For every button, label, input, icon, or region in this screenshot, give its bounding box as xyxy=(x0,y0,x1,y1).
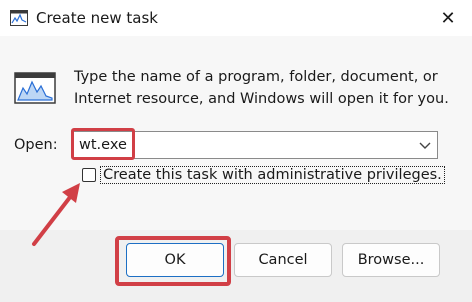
ok-button-highlight xyxy=(115,236,231,286)
close-icon: ✕ xyxy=(440,7,456,29)
program-window-icon xyxy=(14,72,56,104)
close-button[interactable]: ✕ xyxy=(434,4,462,32)
cancel-button[interactable]: Cancel xyxy=(234,243,332,277)
title-bar: Create new task ✕ xyxy=(0,0,472,36)
dialog-title: Create new task xyxy=(36,9,158,27)
instructions-text: Type the name of a program, folder, docu… xyxy=(74,69,449,107)
run-program-icon xyxy=(10,10,28,26)
chevron-down-icon[interactable] xyxy=(417,137,433,153)
open-label: Open: xyxy=(14,137,58,153)
browse-button[interactable]: Browse... xyxy=(342,243,440,277)
open-field-highlight xyxy=(71,128,135,160)
annotation-arrow xyxy=(32,183,80,246)
admin-checkbox-label[interactable]: Create this task with administrative pri… xyxy=(100,166,445,184)
